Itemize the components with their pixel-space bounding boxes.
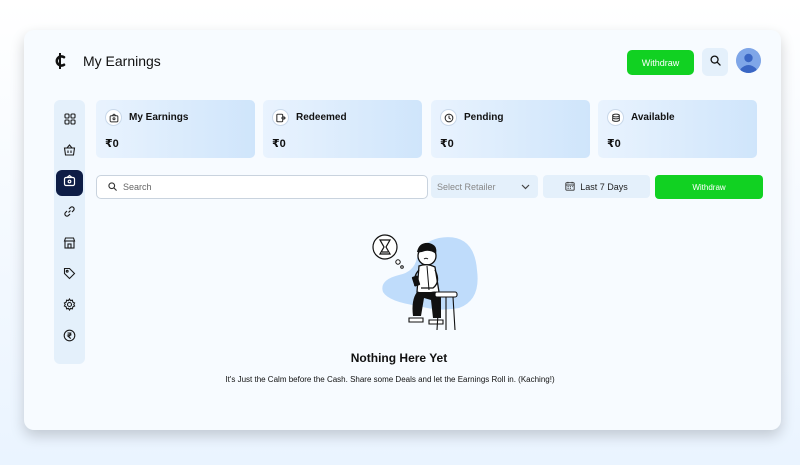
stat-value: ₹0 (607, 138, 621, 150)
header-withdraw-button[interactable]: Withdraw (627, 50, 694, 75)
basket-icon (63, 143, 76, 161)
sidebar-item-deals[interactable] (56, 263, 83, 289)
wallet-icon (105, 109, 122, 126)
sidebar-item-earnings[interactable] (56, 170, 83, 196)
retailer-select-label: Select Retailer (437, 181, 496, 192)
stat-label: Available (631, 112, 675, 123)
stat-card-available: Available ₹0 (598, 100, 757, 158)
search-icon (108, 178, 117, 196)
clock-icon (440, 109, 457, 126)
stat-label: Redeemed (296, 112, 347, 123)
stat-card-my-earnings: My Earnings ₹0 (96, 100, 255, 158)
sidebar-item-links[interactable] (56, 201, 83, 227)
link-icon (63, 205, 76, 223)
retailer-select[interactable]: Select Retailer (431, 175, 538, 198)
avatar[interactable] (736, 48, 761, 73)
chevron-down-icon (521, 182, 530, 192)
header-search-button[interactable] (702, 48, 728, 76)
sidebar-item-settings[interactable] (56, 294, 83, 320)
earnings-card: My Earnings Withdraw My Earnings ₹0 Rede… (24, 30, 781, 430)
sidebar (54, 100, 85, 364)
sidebar-item-retailers[interactable] (56, 139, 83, 165)
date-range-label: Last 7 Days (580, 181, 628, 192)
sidebar-item-payments[interactable] (56, 325, 83, 351)
tag-icon (63, 267, 76, 285)
wallet-icon (63, 174, 76, 192)
sidebar-item-stores[interactable] (56, 232, 83, 258)
stat-value: ₹0 (105, 138, 119, 150)
gear-icon (63, 297, 76, 316)
search-box (96, 175, 428, 199)
stat-label: My Earnings (129, 112, 189, 123)
stat-value: ₹0 (272, 138, 286, 150)
withdraw-button[interactable]: Withdraw (655, 175, 763, 199)
store-icon (63, 236, 76, 254)
cent-logo-icon (53, 52, 67, 70)
empty-state-title: Nothing Here Yet (350, 351, 448, 365)
search-icon (709, 53, 721, 71)
stat-card-redeemed: Redeemed ₹0 (263, 100, 422, 158)
calendar-icon (565, 181, 575, 193)
date-range-button[interactable]: Last 7 Days (543, 175, 650, 198)
empty-state-illustration (369, 230, 484, 340)
coins-icon (607, 109, 624, 126)
empty-state-message: It's Just the Calm before the Cash. Shar… (225, 375, 555, 384)
stat-value: ₹0 (440, 138, 454, 150)
stat-label: Pending (464, 112, 504, 123)
stat-card-pending: Pending ₹0 (431, 100, 590, 158)
rupee-icon (63, 329, 76, 347)
redeem-icon (272, 109, 289, 126)
page-title: My Earnings (83, 53, 161, 69)
search-input[interactable] (123, 182, 403, 192)
grid-icon (63, 112, 76, 130)
sidebar-item-dashboard[interactable] (56, 108, 83, 134)
